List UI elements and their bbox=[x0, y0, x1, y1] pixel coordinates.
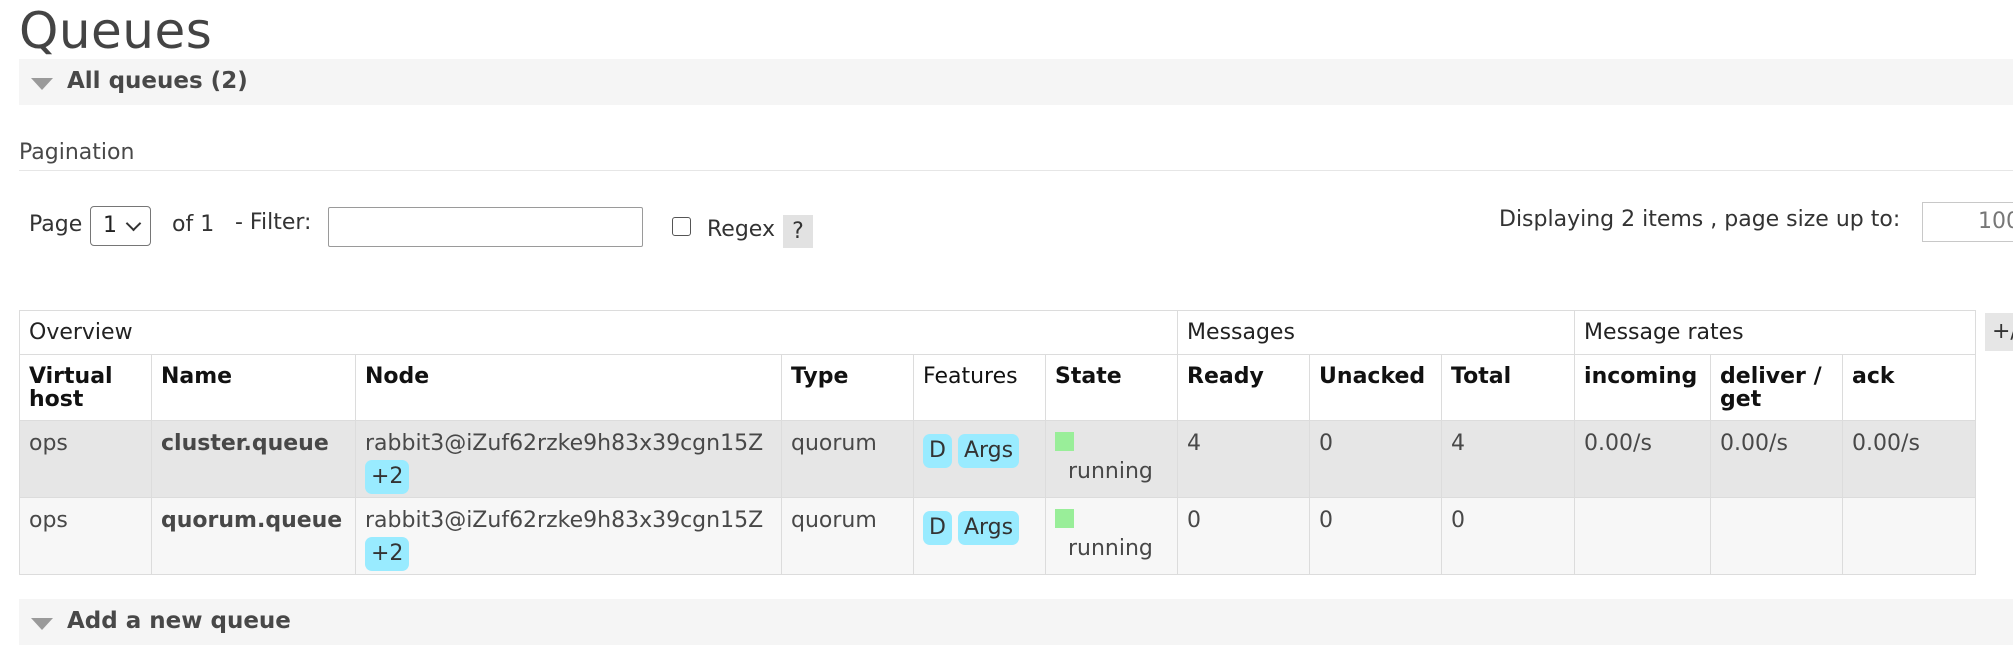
cell-type: quorum bbox=[781, 497, 914, 575]
cell-ack: 0.00/s bbox=[1842, 420, 1977, 498]
page-size-input[interactable]: 100 bbox=[1922, 202, 2013, 242]
queue-name-link[interactable]: quorum.queue bbox=[151, 497, 356, 575]
all-queues-label: All queues (2) bbox=[67, 68, 248, 94]
node-extra-badge[interactable]: +2 bbox=[365, 460, 410, 494]
table-row[interactable]: ops quorum.queue rabbit3@iZuf62rzke9h83x… bbox=[19, 497, 1977, 575]
state-running-icon bbox=[1055, 432, 1074, 451]
col-incoming[interactable]: incoming bbox=[1574, 354, 1712, 421]
add-queue-label: Add a new queue bbox=[67, 608, 291, 634]
group-overview: Overview bbox=[18, 310, 1179, 355]
col-virtual-host-line1: Virtual bbox=[29, 364, 113, 389]
cell-vhost: ops bbox=[19, 497, 152, 575]
state-text: running bbox=[1068, 536, 1153, 561]
cell-features: D Args bbox=[913, 420, 1046, 498]
group-message-rates: Message rates bbox=[1574, 310, 1977, 355]
pagination-divider bbox=[19, 170, 2013, 171]
col-virtual-host-line2: host bbox=[29, 387, 84, 412]
col-ack[interactable]: ack bbox=[1842, 354, 1977, 421]
state-text: running bbox=[1068, 459, 1153, 484]
column-toggle-button[interactable]: +/- bbox=[1985, 313, 2013, 351]
filter-input[interactable] bbox=[328, 207, 643, 247]
cell-ready: 0 bbox=[1177, 497, 1311, 575]
table-group-header-row: Overview Messages Message rates bbox=[18, 310, 1977, 355]
col-type[interactable]: Type bbox=[781, 354, 914, 421]
cell-node: rabbit3@iZuf62rzke9h83x39cgn15Z +2 bbox=[355, 497, 782, 575]
regex-checkbox[interactable] bbox=[672, 217, 691, 236]
cell-ready: 4 bbox=[1177, 420, 1311, 498]
cell-features: D Args bbox=[913, 497, 1046, 575]
col-ready[interactable]: Ready bbox=[1177, 354, 1311, 421]
pagination-heading: Pagination bbox=[19, 140, 135, 165]
col-deliver-get[interactable]: deliver / get bbox=[1710, 354, 1844, 421]
cell-total: 4 bbox=[1441, 420, 1576, 498]
cell-state: running bbox=[1044, 420, 1179, 498]
col-deliver-get-line1: deliver / bbox=[1720, 364, 1822, 389]
col-total[interactable]: Total bbox=[1441, 354, 1576, 421]
cell-deliver-get: 0.00/s bbox=[1710, 420, 1844, 498]
col-features: Features bbox=[913, 354, 1046, 421]
cell-unacked: 0 bbox=[1309, 420, 1443, 498]
col-name[interactable]: Name bbox=[151, 354, 356, 421]
collapse-triangle-icon bbox=[31, 78, 53, 90]
cell-ack bbox=[1842, 497, 1977, 575]
node-name: rabbit3@iZuf62rzke9h83x39cgn15Z bbox=[365, 508, 764, 533]
node-name: rabbit3@iZuf62rzke9h83x39cgn15Z bbox=[365, 431, 764, 456]
page-title: Queues bbox=[19, 2, 213, 60]
cell-incoming: 0.00/s bbox=[1574, 420, 1712, 498]
feature-args-badge[interactable]: Args bbox=[957, 511, 1020, 545]
page-select-value: 1 bbox=[103, 213, 117, 238]
filter-label: - Filter: bbox=[235, 210, 312, 235]
group-messages: Messages bbox=[1177, 310, 1576, 355]
display-count-label: Displaying 2 items , page size up to: bbox=[1499, 207, 1901, 232]
cell-vhost: ops bbox=[19, 420, 152, 498]
col-node[interactable]: Node bbox=[355, 354, 782, 421]
cell-incoming bbox=[1574, 497, 1712, 575]
node-extra-badge[interactable]: +2 bbox=[365, 537, 410, 571]
feature-durable-badge[interactable]: D bbox=[923, 511, 952, 545]
cell-state: running bbox=[1044, 497, 1179, 575]
feature-args-badge[interactable]: Args bbox=[957, 434, 1020, 468]
col-virtual-host[interactable]: Virtual host bbox=[19, 354, 152, 421]
page-select[interactable]: 1 bbox=[90, 206, 151, 246]
queue-name-link[interactable]: cluster.queue bbox=[151, 420, 356, 498]
collapse-triangle-icon bbox=[31, 618, 53, 630]
queues-table: Overview Messages Message rates Virtual … bbox=[18, 310, 1977, 575]
cell-unacked: 0 bbox=[1309, 497, 1443, 575]
cell-deliver-get bbox=[1710, 497, 1844, 575]
all-queues-section-toggle[interactable]: All queues (2) bbox=[19, 59, 2013, 105]
add-queue-section-toggle[interactable]: Add a new queue bbox=[19, 599, 2013, 645]
cell-total: 0 bbox=[1441, 497, 1576, 575]
col-unacked[interactable]: Unacked bbox=[1309, 354, 1443, 421]
state-running-icon bbox=[1055, 509, 1074, 528]
table-column-header-row: Virtual host Name Node Type Features Sta… bbox=[19, 354, 1977, 421]
cell-node: rabbit3@iZuf62rzke9h83x39cgn15Z +2 bbox=[355, 420, 782, 498]
page-label: Page bbox=[29, 212, 83, 237]
col-state[interactable]: State bbox=[1044, 354, 1179, 421]
col-deliver-get-line2: get bbox=[1720, 387, 1762, 412]
cell-type: quorum bbox=[781, 420, 914, 498]
regex-label: Regex bbox=[707, 217, 775, 242]
table-row[interactable]: ops cluster.queue rabbit3@iZuf62rzke9h83… bbox=[19, 420, 1977, 498]
regex-help-button[interactable]: ? bbox=[783, 215, 813, 248]
feature-durable-badge[interactable]: D bbox=[923, 434, 952, 468]
page-count-label: of 1 bbox=[172, 212, 215, 237]
chevron-down-icon bbox=[125, 215, 142, 232]
